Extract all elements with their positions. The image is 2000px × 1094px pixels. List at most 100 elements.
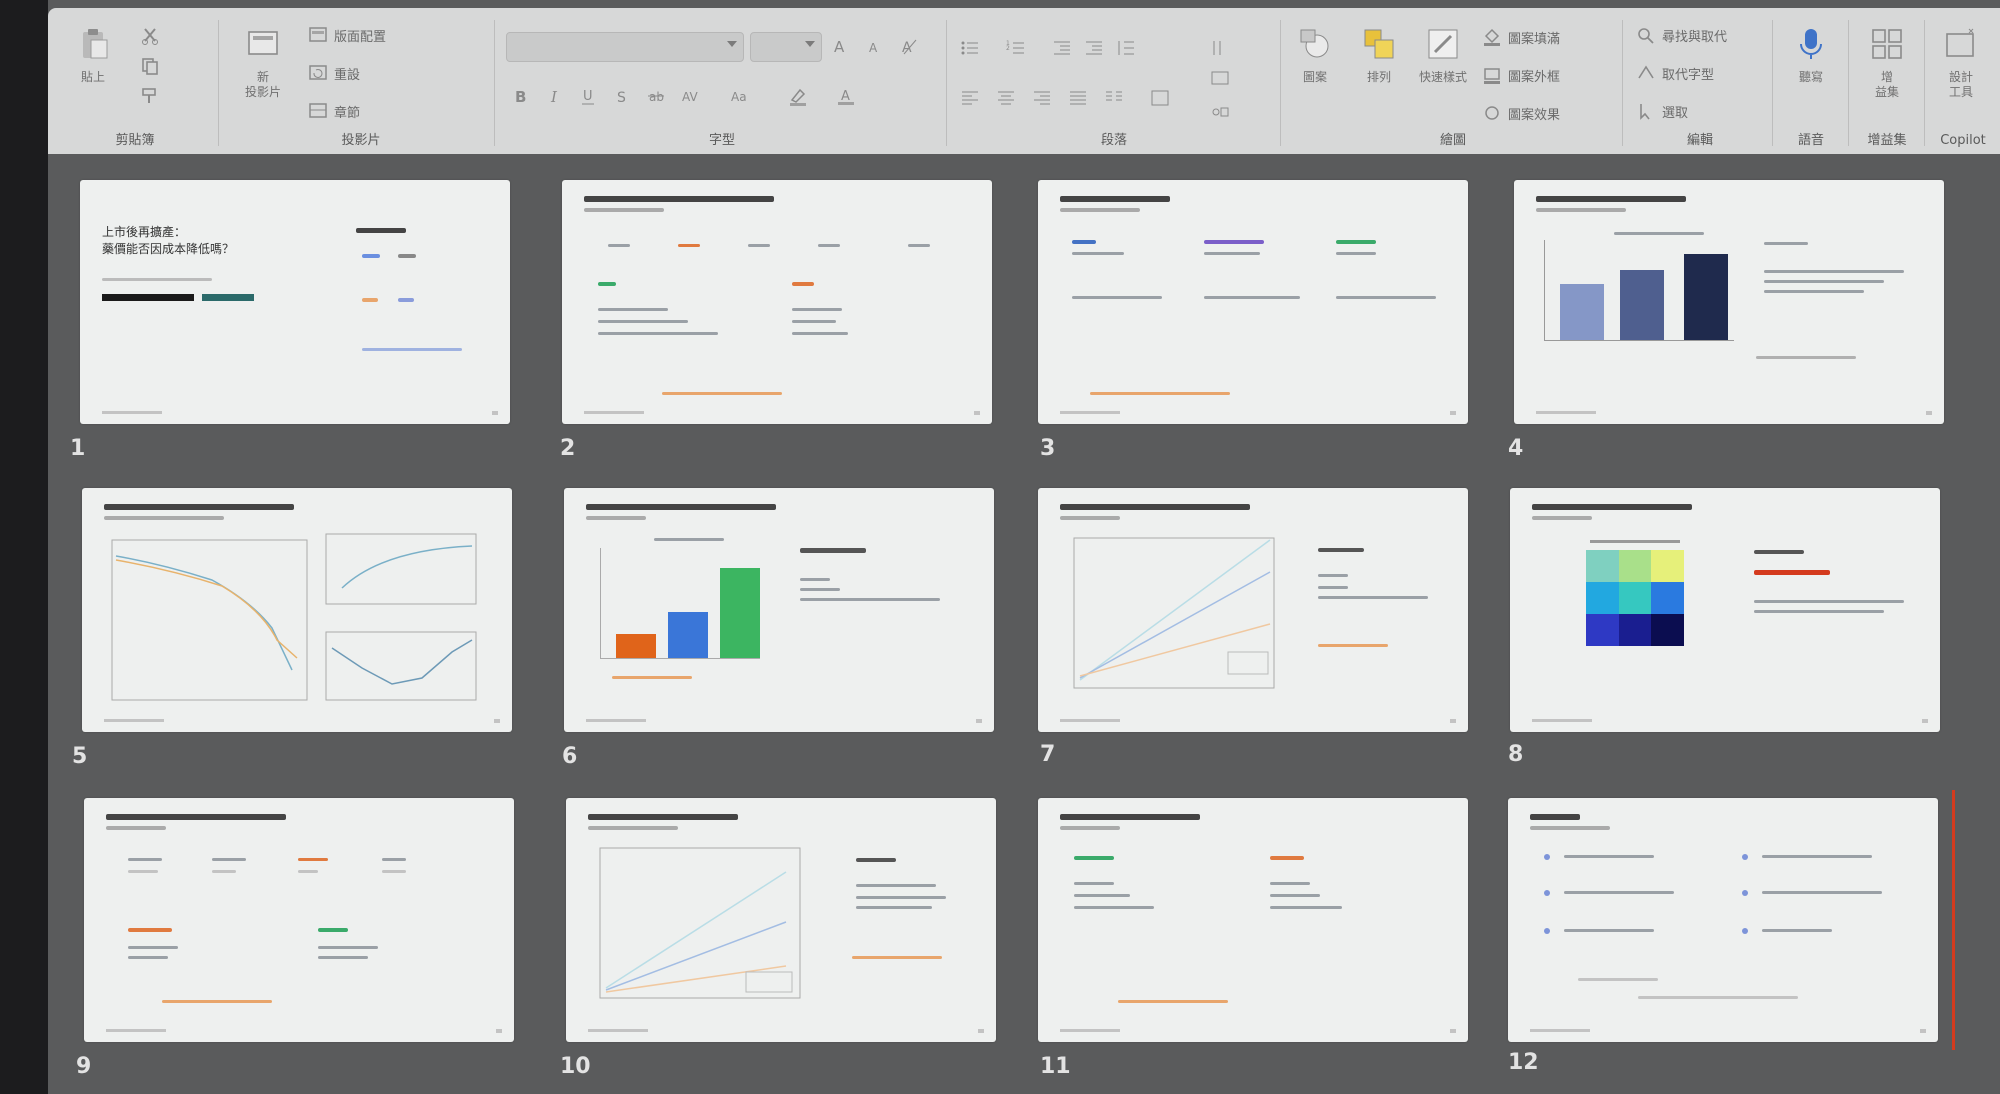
designer-button[interactable]: 設計 工具 [1934,20,1988,112]
decrease-font-icon[interactable]: A [866,36,886,56]
italic-icon[interactable]: I [544,86,564,106]
slide-thumbnail-1[interactable]: 上市後再擴產： 藥價能否因成本降低嗎？ [80,180,510,424]
slide-thumbnail-7[interactable] [1038,488,1468,732]
strikethrough-icon[interactable]: ab [646,86,666,106]
slide-number-2: 2 [560,436,576,461]
group-paragraph: 12 段落 [954,16,1274,152]
ribbon-separator [1848,20,1849,146]
slide-thumbnail-8[interactable] [1510,488,1940,732]
select-label: 選取 [1662,105,1689,121]
paste-button[interactable]: 貼上 [66,20,120,112]
slide-thumbnail-11[interactable] [1038,798,1468,1042]
shadow-text-icon[interactable]: S [612,86,632,106]
dictate-button[interactable]: 聽寫 [1784,20,1838,112]
search-icon [1638,28,1654,44]
smartart-icon[interactable] [1210,102,1230,122]
section-label: 章節 [334,105,361,121]
increase-indent-icon[interactable] [1084,38,1104,58]
numbering-icon[interactable]: 12 [1006,38,1026,58]
line-spacing-icon[interactable] [1116,38,1136,58]
bold-icon[interactable]: B [510,86,530,106]
svg-text:AV: AV [682,90,698,104]
ribbon-separator [1622,20,1623,146]
shape-effects-label: 圖案效果 [1508,107,1561,123]
slide-number-9: 9 [76,1054,92,1079]
align-left-icon[interactable] [960,88,980,108]
font-color-icon[interactable]: A [836,86,856,106]
bullets-icon[interactable] [960,38,980,58]
slide-thumbnail-5[interactable] [82,488,512,732]
quick-styles-button[interactable]: 快速樣式 [1416,20,1470,112]
change-case-icon[interactable]: Aa [730,86,750,106]
align-text-icon[interactable] [1150,88,1170,108]
copy-icon[interactable] [140,56,160,76]
group-clipboard: 貼上 剪貼簿 [60,16,210,152]
ribbon-separator [1280,20,1281,146]
replace-font-button[interactable]: 取代字型 [1636,60,1714,86]
text-box-icon[interactable] [1210,68,1230,88]
slide-thumbnail-10[interactable] [566,798,996,1042]
slide-thumbnail-9[interactable] [84,798,514,1042]
increase-font-icon[interactable]: A [832,36,852,56]
arrange-button[interactable]: 排列 [1352,20,1406,112]
underline-icon[interactable]: U [578,86,598,106]
shape-outline-button[interactable]: 圖案外框 [1482,62,1560,88]
slide-thumbnail-6[interactable] [564,488,994,732]
slide-thumbnail-4[interactable] [1514,180,1944,424]
slide-thumbnail-12[interactable] [1508,798,1938,1042]
microphone-icon [1800,29,1822,59]
select-button[interactable]: 選取 [1636,98,1688,124]
paste-label: 貼上 [80,70,105,84]
slide-thumbnail-2[interactable] [562,180,992,424]
text-direction-icon[interactable] [1210,38,1230,58]
ribbon-separator [946,20,947,146]
justify-icon[interactable] [1068,88,1088,108]
pen-icon [1484,68,1500,84]
group-slides: 新 投影片 版面配置 重設 章節 投影片 [226,16,496,152]
find-button[interactable]: 尋找與取代 [1636,22,1727,48]
section-icon [309,103,327,118]
decrease-indent-icon[interactable] [1052,38,1072,58]
cut-icon[interactable] [140,26,160,46]
format-painter-icon[interactable] [140,86,160,106]
shapes-label: 圖案 [1302,70,1327,84]
char-spacing-icon[interactable]: AV [680,86,700,106]
ribbon-separator [218,20,219,146]
layout-label: 版面配置 [334,29,387,45]
align-center-icon[interactable] [996,88,1016,108]
slide-number-8: 8 [1508,742,1524,767]
shapes-icon [1300,29,1329,58]
addins-label: 增 益集 [1874,70,1899,99]
slide-number-5: 5 [72,744,88,769]
shape-fill-button[interactable]: 圖案填滿 [1482,24,1560,50]
addins-button[interactable]: 增 益集 [1860,20,1914,112]
dictate-label: 聽寫 [1798,70,1823,84]
slide-number-1: 1 [70,436,86,461]
svg-text:A: A [902,40,912,56]
app-window: 貼上 剪貼簿 新 投影片 版面配置 重設 章節 投影片 A A A B I U … [48,0,2000,1094]
slide-1-title: 上市後再擴產： 藥價能否因成本降低嗎？ [102,225,235,256]
section-button[interactable]: 章節 [308,98,360,124]
group-copilot: 設計 工具 Copilot [1928,16,1998,152]
align-right-icon[interactable] [1032,88,1052,108]
layout-button[interactable]: 版面配置 [308,22,386,48]
reset-button[interactable]: 重設 [308,60,360,86]
highlight-icon[interactable] [788,86,808,106]
svg-text:ab: ab [649,90,664,104]
ribbon-separator [494,20,495,146]
new-slide-label: 新 投影片 [244,70,281,99]
svg-text:2: 2 [1006,45,1010,52]
layout-icon [309,27,327,42]
clear-format-icon[interactable]: A [900,36,920,56]
new-slide-button[interactable]: 新 投影片 [230,20,296,112]
group-label-font: 字型 [708,133,735,148]
font-name-combobox[interactable] [506,32,744,62]
shape-effects-button[interactable]: 圖案效果 [1482,100,1560,126]
shapes-button[interactable]: 圖案 [1288,20,1342,112]
slide-thumbnail-3[interactable] [1038,180,1468,424]
designer-label: 設計 工具 [1948,70,1973,99]
font-size-combobox[interactable] [750,32,822,62]
slide-7-chart [1073,537,1275,689]
columns-icon[interactable] [1104,88,1124,108]
group-label-clipboard: 剪貼簿 [115,133,155,148]
